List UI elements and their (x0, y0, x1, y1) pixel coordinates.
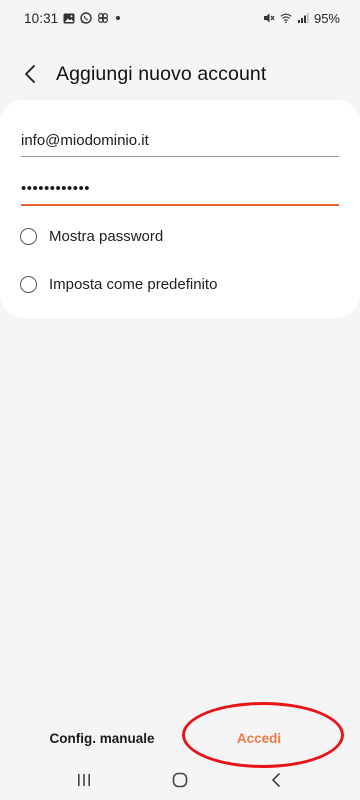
show-password-radio[interactable] (20, 227, 37, 245)
back-nav-button[interactable] (252, 762, 300, 798)
back-button[interactable] (8, 52, 52, 96)
set-default-radio[interactable] (20, 275, 37, 293)
set-default-label: Imposta come predefinito (49, 275, 218, 293)
mute-icon (263, 12, 275, 24)
password-field[interactable] (21, 174, 339, 202)
show-password-label: Mostra password (49, 227, 164, 245)
password-field-container (21, 174, 339, 206)
battery-level: 95% (313, 10, 340, 26)
status-right: 95% (263, 11, 340, 26)
notification-dot-icon (116, 16, 121, 20)
system-nav-bar (0, 760, 360, 800)
email-field-container (21, 126, 339, 157)
manual-config-button[interactable]: Config. manuale (28, 718, 176, 758)
home-button[interactable] (156, 762, 204, 798)
bottom-actions: Config. manuale Accedi (0, 718, 360, 758)
gallery-icon (63, 12, 75, 24)
chevron-left-icon (25, 65, 35, 83)
app-header: Aggiungi nuovo account (0, 52, 360, 96)
wifi-icon (280, 12, 292, 24)
login-button[interactable]: Accedi (184, 718, 334, 758)
whatsapp-icon (80, 12, 92, 24)
show-password-option[interactable]: Mostra password (20, 222, 340, 250)
recent-apps-button[interactable] (60, 762, 108, 798)
recent-apps-icon (78, 774, 90, 786)
page-title: Aggiungi nuovo account (56, 62, 267, 85)
status-left: 10:31 (24, 10, 121, 26)
back-nav-icon (272, 773, 280, 787)
pinwheel-icon (97, 12, 109, 24)
set-default-option[interactable]: Imposta come predefinito (20, 270, 340, 298)
home-icon (172, 772, 188, 788)
signal-icon (297, 12, 309, 24)
status-bar: 10:31 95% (0, 0, 360, 36)
email-field[interactable] (21, 126, 339, 154)
status-time: 10:31 (24, 10, 59, 26)
